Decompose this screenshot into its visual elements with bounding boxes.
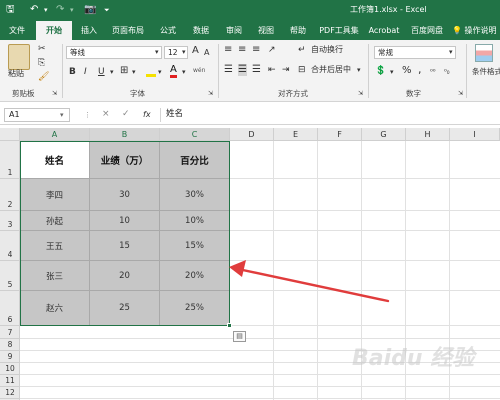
wrap-text-button[interactable]: 自动换行: [311, 44, 343, 56]
save-icon[interactable]: 🖫: [6, 3, 15, 17]
number-group-label: 数字: [406, 89, 421, 98]
bold-button[interactable]: B: [69, 66, 76, 78]
conditional-format-button[interactable]: 条件格式: [472, 66, 500, 78]
worksheet-grid[interactable]: A B C D E F G H I 1 2 3 4 5 6 7 8 9 10 1…: [0, 128, 500, 400]
chevron-down-icon[interactable]: ▾: [60, 109, 64, 121]
phonetic-guide-icon[interactable]: wén: [193, 65, 205, 77]
tab-data[interactable]: 数据: [186, 21, 216, 40]
tab-pdf-tools[interactable]: PDF工具集: [315, 21, 363, 40]
align-top-icon[interactable]: ≡: [224, 44, 232, 56]
italic-button[interactable]: I: [84, 66, 87, 78]
excel-window: 🖫 ↶ ▾ ↷ ▾ 📷 ⏷ 工作簿1.xlsx - Excel 文件 开始 插入…: [0, 0, 500, 400]
tab-insert[interactable]: 插入: [74, 21, 104, 40]
merge-center-icon: ⊟: [298, 65, 306, 75]
tab-home[interactable]: 开始: [36, 21, 72, 40]
tell-me-label: 操作说明: [464, 26, 497, 35]
divider: [218, 44, 219, 98]
align-center-icon[interactable]: ☰: [238, 64, 247, 76]
chevron-down-icon[interactable]: ▾: [357, 64, 361, 76]
decrease-decimal-icon[interactable]: ⁰₀: [444, 66, 450, 78]
divider: [466, 44, 467, 98]
undo-icon[interactable]: ↶: [30, 3, 38, 17]
cut-icon[interactable]: ✂: [38, 43, 46, 55]
cancel-icon[interactable]: ×: [102, 108, 110, 120]
alignment-group-label: 对齐方式: [278, 89, 308, 98]
chevron-down-icon[interactable]: ▾: [390, 66, 394, 78]
tab-view[interactable]: 视图: [251, 21, 281, 40]
divider: [368, 44, 369, 98]
ribbon-home: 粘贴 ✂ ⎘ 🖌 剪贴板 ⇲ 等线 ▾ 12 ▾ A A B I U ▾ ⊞ ▾…: [0, 40, 500, 102]
formula-input[interactable]: 姓名: [160, 108, 500, 122]
customize-qat-icon[interactable]: ⏷: [104, 3, 110, 17]
font-launcher-icon[interactable]: ⇲: [208, 88, 213, 100]
increase-indent-icon[interactable]: ⇥: [282, 64, 290, 76]
document-title: 工作簿1.xlsx - Excel: [350, 5, 427, 14]
orientation-icon[interactable]: ↗: [268, 44, 276, 56]
comma-style-button[interactable]: ,: [418, 64, 422, 76]
enter-icon[interactable]: ✓: [122, 108, 130, 120]
align-left-icon[interactable]: ☰: [224, 64, 233, 76]
merge-center-button[interactable]: 合并后居中: [311, 64, 351, 76]
borders-icon[interactable]: ⊞: [120, 65, 128, 77]
fill-color-icon[interactable]: [146, 65, 156, 77]
tab-tell-me[interactable]: 💡 操作说明: [452, 21, 500, 40]
percent-style-button[interactable]: %: [402, 65, 412, 77]
clipboard-group-label: 剪贴板: [12, 89, 35, 98]
baidu-watermark: Baidu 经验: [352, 346, 475, 371]
redo-icon[interactable]: ↷: [56, 3, 64, 17]
tab-page-layout[interactable]: 页面布局: [106, 21, 150, 40]
alignment-launcher-icon[interactable]: ⇲: [358, 88, 363, 100]
accounting-format-icon[interactable]: 💲: [375, 65, 386, 77]
lightbulb-icon: 💡: [452, 26, 462, 35]
paste-icon[interactable]: [8, 44, 30, 70]
format-painter-icon[interactable]: 🖌: [38, 71, 49, 83]
align-bottom-icon[interactable]: ≡: [252, 44, 260, 56]
font-group-label: 字体: [130, 89, 145, 98]
conditional-format-icon[interactable]: [475, 44, 493, 62]
copy-icon[interactable]: ⎘: [38, 57, 45, 69]
number-format-select[interactable]: 常规: [374, 46, 456, 59]
chevron-down-icon[interactable]: ▾: [132, 66, 136, 78]
chevron-down-icon[interactable]: ▾: [449, 46, 453, 58]
formula-bar: A1 ▾ ⋮ × ✓ fx 姓名: [0, 105, 500, 125]
chevron-down-icon[interactable]: ▾: [155, 46, 159, 58]
chevron-down-icon[interactable]: ▾: [110, 66, 114, 78]
camera-icon[interactable]: 📷: [84, 3, 96, 17]
title-bar: 🖫 ↶ ▾ ↷ ▾ 📷 ⏷ 工作簿1.xlsx - Excel: [0, 0, 500, 21]
wrap-text-icon: ↵: [298, 45, 306, 55]
tab-help[interactable]: 帮助: [283, 21, 313, 40]
underline-button[interactable]: U: [98, 66, 105, 78]
chevron-down-icon[interactable]: ▾: [182, 46, 186, 58]
tab-review[interactable]: 审阅: [219, 21, 249, 40]
shrink-font-icon[interactable]: A: [204, 47, 209, 59]
tab-file[interactable]: 文件: [2, 21, 32, 40]
increase-decimal-icon[interactable]: ⁰⁰: [430, 66, 436, 78]
chevron-down-icon[interactable]: ▾: [158, 66, 162, 78]
clipboard-launcher-icon[interactable]: ⇲: [52, 88, 57, 100]
tab-acrobat[interactable]: Acrobat: [366, 21, 402, 40]
ribbon-tabs: 文件 开始 插入 页面布局 公式 数据 审阅 视图 帮助 PDF工具集 Acro…: [0, 21, 500, 40]
font-name-select[interactable]: 等线: [66, 46, 162, 59]
decrease-indent-icon[interactable]: ⇤: [268, 64, 276, 76]
chevron-down-icon[interactable]: ▾: [182, 66, 186, 78]
tab-formulas[interactable]: 公式: [153, 21, 183, 40]
options-icon[interactable]: ⋮: [84, 109, 91, 121]
redo-dropdown-icon[interactable]: ▾: [70, 3, 74, 17]
grow-font-icon[interactable]: A: [192, 45, 199, 57]
insert-function-icon[interactable]: fx: [143, 109, 151, 121]
align-right-icon[interactable]: ☰: [252, 64, 261, 76]
paste-button[interactable]: 粘贴: [8, 68, 24, 80]
undo-dropdown-icon[interactable]: ▾: [44, 3, 48, 17]
number-launcher-icon[interactable]: ⇲: [458, 88, 463, 100]
font-color-icon[interactable]: A: [170, 64, 177, 78]
divider: [62, 44, 63, 98]
tab-baidu-netdisk[interactable]: 百度网盘: [405, 21, 449, 40]
align-middle-icon[interactable]: ≡: [238, 44, 246, 56]
